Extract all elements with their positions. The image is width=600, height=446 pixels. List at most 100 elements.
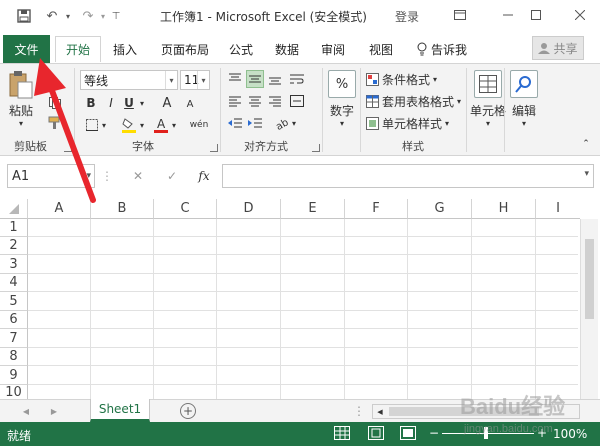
number-format-button[interactable]: % 数字 ▾ — [328, 70, 356, 128]
collapse-ribbon-icon[interactable]: ⌃ — [580, 138, 592, 150]
paste-dropdown-icon[interactable]: ▾ — [19, 119, 23, 128]
phonetic-button[interactable]: wén — [188, 116, 210, 134]
row-header[interactable]: 2 — [0, 237, 28, 255]
column-header[interactable]: E — [281, 199, 345, 219]
chevron-down-icon[interactable]: ▾ — [584, 169, 589, 179]
row-header[interactable]: 7 — [0, 329, 28, 348]
tab-review[interactable]: 审阅 — [314, 36, 352, 62]
fill-dropdown-icon[interactable]: ▾ — [138, 116, 146, 134]
scrollbar-thumb[interactable] — [585, 239, 594, 319]
ribbon-display-icon[interactable] — [448, 4, 472, 26]
tell-me-search[interactable]: 告诉我 — [430, 36, 468, 62]
column-header[interactable]: F — [345, 199, 408, 219]
insert-function-button[interactable]: fx — [196, 166, 212, 186]
font-color-icon[interactable]: A — [152, 116, 170, 134]
select-all-corner[interactable] — [0, 199, 28, 219]
close-icon[interactable] — [568, 4, 592, 26]
wrap-text-icon[interactable] — [288, 70, 306, 88]
align-bottom-icon[interactable] — [266, 70, 284, 88]
column-header[interactable]: C — [154, 199, 217, 219]
merge-center-icon[interactable] — [288, 92, 306, 110]
orientation-icon[interactable]: ab — [272, 114, 290, 132]
alignment-launcher-icon[interactable] — [312, 144, 320, 152]
font-size-select[interactable]: 11 ▾ — [180, 70, 210, 90]
scroll-left-icon[interactable]: ◀ — [375, 406, 385, 417]
maximize-icon[interactable] — [524, 4, 548, 26]
align-center-icon[interactable] — [246, 92, 264, 110]
column-header[interactable]: D — [217, 199, 281, 219]
cells-button[interactable]: 单元格 ▾ — [470, 70, 506, 128]
row-header[interactable]: 4 — [0, 274, 28, 292]
row-header[interactable]: 8 — [0, 348, 28, 366]
align-middle-icon[interactable] — [246, 70, 264, 88]
cancel-button[interactable]: ✕ — [130, 166, 146, 186]
enter-button[interactable]: ✓ — [164, 166, 180, 186]
font-launcher-icon[interactable] — [210, 144, 218, 152]
clipboard-launcher-icon[interactable] — [64, 144, 72, 152]
font-name-select[interactable]: 等线 ▾ — [80, 70, 178, 90]
borders-dropdown-icon[interactable]: ▾ — [100, 116, 108, 134]
shrink-font-button[interactable]: A — [184, 96, 196, 112]
zoom-out-icon[interactable]: − — [428, 426, 440, 440]
column-header[interactable]: B — [91, 199, 154, 219]
tab-insert[interactable]: 插入 — [106, 36, 144, 62]
orientation-dropdown-icon[interactable]: ▾ — [290, 114, 298, 132]
redo-dropdown-icon[interactable]: ▾ — [98, 6, 108, 26]
paste-button[interactable]: 粘贴 ▾ — [8, 70, 34, 128]
prev-sheet-icon[interactable]: ◀ — [20, 404, 32, 418]
share-button[interactable]: 共享 — [532, 36, 584, 60]
copy-icon[interactable] — [46, 94, 64, 112]
tab-file[interactable]: 文件 — [3, 35, 50, 63]
cell-styles-button[interactable]: 单元格样式 ▾ — [366, 114, 466, 132]
bold-button[interactable]: B — [84, 94, 98, 112]
column-header[interactable]: A — [28, 199, 91, 219]
customize-icon[interactable]: ⊤ — [110, 6, 122, 26]
save-icon[interactable] — [14, 6, 34, 26]
vertical-scrollbar[interactable] — [580, 219, 598, 399]
fill-color-icon[interactable] — [120, 116, 138, 134]
sheet-tab-sheet1[interactable]: Sheet1 — [90, 399, 150, 422]
tab-data[interactable]: 数据 — [268, 36, 306, 62]
column-header[interactable]: I — [536, 199, 580, 219]
page-layout-view-icon[interactable] — [368, 426, 384, 440]
grow-font-button[interactable]: A — [160, 94, 174, 112]
login-link[interactable]: 登录 — [395, 8, 419, 25]
normal-view-icon[interactable] — [334, 426, 350, 440]
increase-indent-icon[interactable] — [246, 114, 264, 132]
undo-dropdown-icon[interactable]: ▾ — [62, 6, 74, 26]
formula-input[interactable]: ▾ — [222, 164, 594, 188]
tab-view[interactable]: 视图 — [362, 36, 400, 62]
align-left-icon[interactable] — [226, 92, 244, 110]
row-header[interactable]: 1 — [0, 219, 28, 237]
name-box[interactable]: A1 ▾ — [7, 164, 95, 188]
borders-icon[interactable] — [84, 116, 100, 134]
undo-icon[interactable]: ↶ — [42, 6, 62, 26]
column-header[interactable]: H — [472, 199, 536, 219]
format-as-table-button[interactable]: 套用表格格式 ▾ — [366, 92, 466, 110]
align-right-icon[interactable] — [266, 92, 284, 110]
add-sheet-button[interactable]: + — [180, 403, 196, 419]
align-top-icon[interactable] — [226, 70, 244, 88]
font-color-dropdown-icon[interactable]: ▾ — [170, 116, 178, 134]
minimize-icon[interactable] — [496, 4, 520, 26]
next-sheet-icon[interactable]: ▶ — [48, 404, 60, 418]
row-header[interactable]: 6 — [0, 311, 28, 329]
tab-formulas[interactable]: 公式 — [222, 36, 260, 62]
row-header[interactable]: 3 — [0, 255, 28, 274]
column-header[interactable]: G — [408, 199, 472, 219]
editing-button[interactable]: 编辑 ▾ — [510, 70, 538, 128]
page-break-view-icon[interactable] — [400, 426, 416, 440]
underline-button[interactable]: U — [122, 94, 136, 112]
tab-page-layout[interactable]: 页面布局 — [154, 36, 216, 62]
redo-icon[interactable]: ↷ — [78, 6, 98, 26]
italic-button[interactable]: I — [104, 94, 118, 112]
worksheet-grid[interactable]: A B C D E F G H I 1 2 3 4 5 6 7 8 9 10 — [0, 199, 600, 400]
tab-home[interactable]: 开始 — [55, 36, 101, 62]
format-painter-icon[interactable] — [46, 114, 64, 132]
decrease-indent-icon[interactable] — [226, 114, 244, 132]
conditional-formatting-button[interactable]: 条件格式 ▾ — [366, 70, 466, 88]
cut-icon[interactable]: ✂ — [46, 74, 64, 92]
row-header[interactable]: 5 — [0, 292, 28, 311]
row-header[interactable]: 10 — [0, 385, 28, 400]
row-header[interactable]: 9 — [0, 366, 28, 385]
